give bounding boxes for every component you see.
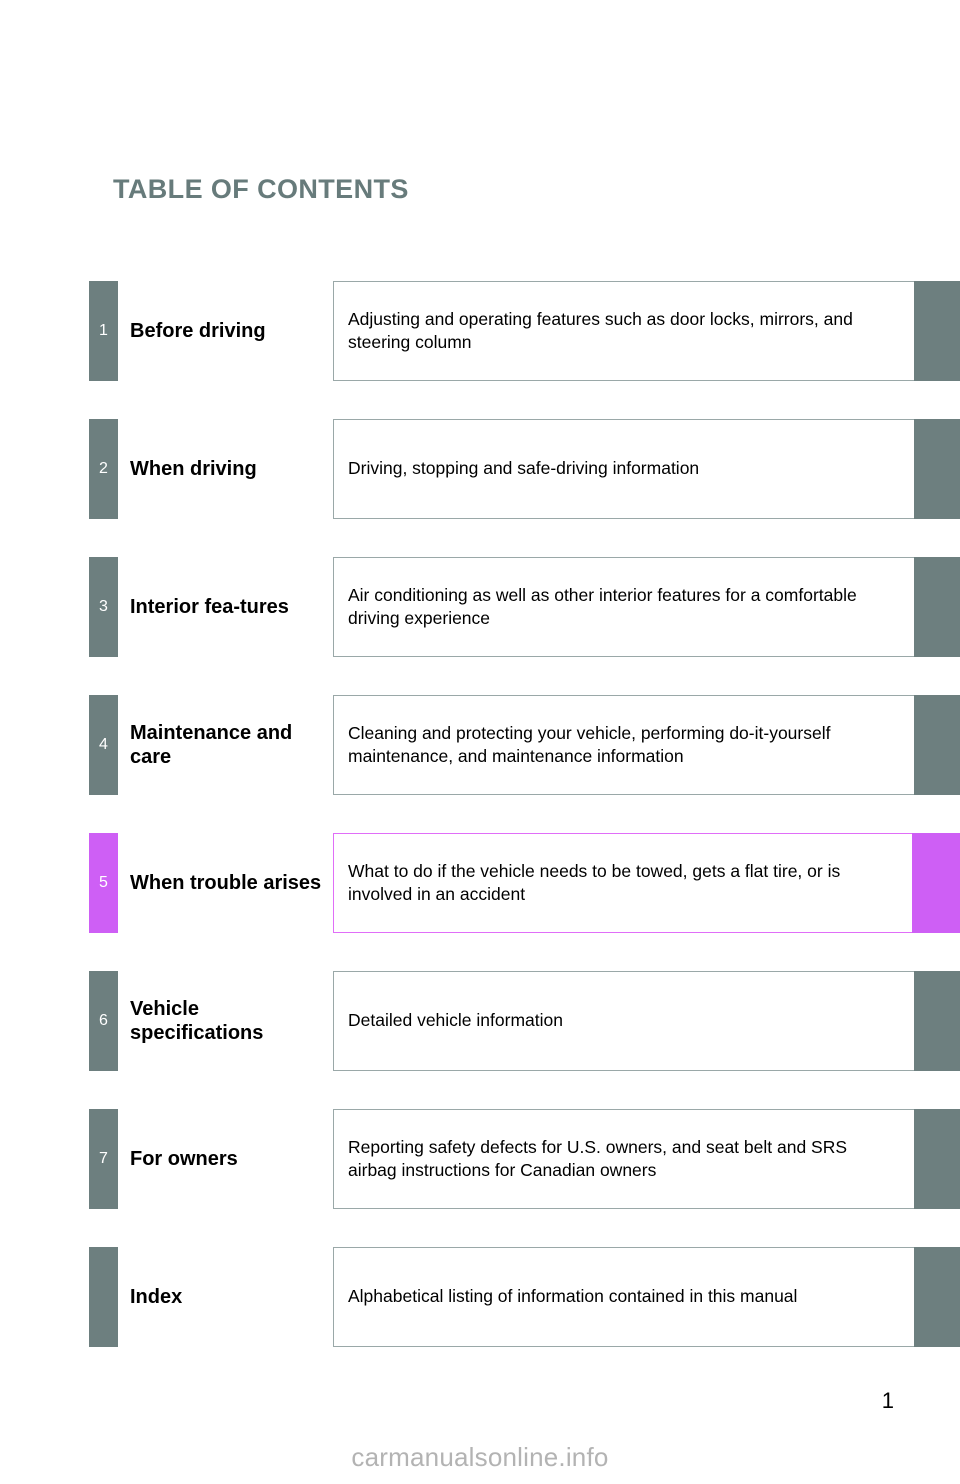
chapter-description-text: Air conditioning as well as other interi…	[348, 584, 857, 628]
table-of-contents-list: 1 Before driving Adjusting and operating f…	[0, 281, 960, 1385]
chapter-number-tab[interactable]: 2	[89, 419, 118, 519]
chapter-title[interactable]: For owners	[130, 1109, 325, 1209]
watermark: carmanualsonline.info	[351, 1442, 609, 1472]
chapter-title[interactable]: Vehicle specifications	[130, 971, 325, 1071]
toc-row[interactable]: 7 For owners Reporting safety defects for …	[0, 1109, 960, 1209]
toc-row[interactable]: Index Alphabetical listing of information…	[0, 1247, 960, 1347]
chapter-description-text: Driving, stopping and safe-driving infor…	[348, 458, 700, 479]
toc-row[interactable]: 3 Interior fea-tures Air conditioning as w…	[0, 557, 960, 657]
chapter-title[interactable]: When trouble arises	[130, 833, 325, 933]
edge-index-tab[interactable]	[914, 419, 960, 519]
page-title: TABLE OF CONTENTS	[113, 174, 409, 204]
edge-index-tab[interactable]	[912, 833, 960, 933]
chapter-number-tab[interactable]: 3	[89, 557, 118, 657]
toc-row[interactable]: 5 When trouble arises What to do if the ve…	[0, 833, 960, 933]
chapter-title[interactable]: Maintenance and care	[130, 695, 325, 795]
chapter-description-box: Reporting safety defects for U.S. owners…	[333, 1109, 915, 1209]
toc-row[interactable]: 6 Vehicle specifications Detailed vehicle …	[0, 971, 960, 1071]
edge-index-tab[interactable]	[914, 557, 960, 657]
chapter-title[interactable]: Interior fea-tures	[130, 557, 325, 657]
chapter-description-text: Alphabetical listing of information cont…	[348, 1286, 798, 1307]
chapter-number-tab[interactable]: 1	[89, 281, 118, 381]
chapter-description-box: Cleaning and protecting your vehicle, pe…	[333, 695, 915, 795]
chapter-title[interactable]: Index	[130, 1247, 325, 1347]
chapter-description-text: Detailed vehicle information	[348, 1010, 563, 1031]
edge-index-tab[interactable]	[914, 1247, 960, 1347]
chapter-number-tab[interactable]: 7	[89, 1109, 118, 1209]
chapter-description-box: Air conditioning as well as other interi…	[333, 557, 915, 657]
chapter-description-box: Alphabetical listing of information cont…	[333, 1247, 915, 1347]
chapter-number-tab[interactable]: 5	[89, 833, 118, 933]
chapter-description-text: Reporting safety defects for U.S. owners…	[348, 1136, 848, 1180]
chapter-number-tab[interactable]	[89, 1247, 118, 1347]
chapter-description-text: Cleaning and protecting your vehicle, pe…	[348, 722, 831, 766]
edge-index-tab[interactable]	[914, 1109, 960, 1209]
chapter-title[interactable]: Before driving	[130, 281, 325, 381]
toc-row[interactable]: 2 When driving Driving, stopping and safe-…	[0, 419, 960, 519]
chapter-description-box: Adjusting and operating features such as…	[333, 281, 915, 381]
edge-index-tab[interactable]	[914, 281, 960, 381]
chapter-description-box: What to do if the vehicle needs to be to…	[333, 833, 915, 933]
chapter-title[interactable]: When driving	[130, 419, 325, 519]
toc-row[interactable]: 1 Before driving Adjusting and operating f…	[0, 281, 960, 381]
manual-page: TABLE OF CONTENTS 1 Before driving Adjusti…	[0, 0, 960, 1484]
edge-index-tab[interactable]	[914, 971, 960, 1071]
edge-index-tab[interactable]	[914, 695, 960, 795]
toc-row[interactable]: 4 Maintenance and care Cleaning and protec…	[0, 695, 960, 795]
chapter-number-tab[interactable]: 6	[89, 971, 118, 1071]
chapter-description-box: Driving, stopping and safe-driving infor…	[333, 419, 915, 519]
chapter-number-tab[interactable]: 4	[89, 695, 118, 795]
chapter-description-text: Adjusting and operating features such as…	[348, 308, 853, 352]
chapter-description-box: Detailed vehicle information	[333, 971, 915, 1071]
page-number: 1	[881, 1388, 894, 1413]
chapter-description-text: What to do if the vehicle needs to be to…	[348, 860, 841, 904]
